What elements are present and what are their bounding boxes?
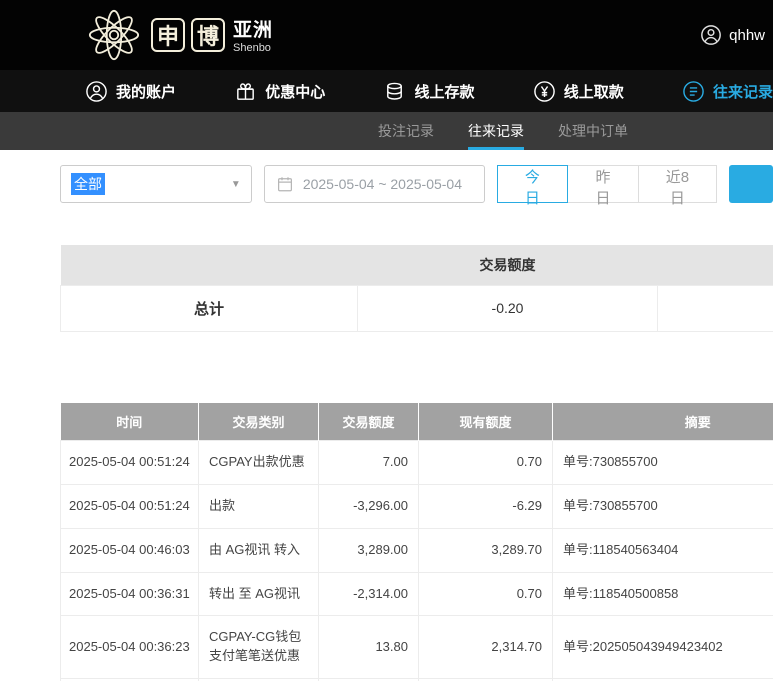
nav-label: 线上存款 [414,83,475,101]
nav-item-deposit[interactable]: 线上存款 [383,80,474,103]
logo-region-sub: Shenbo [233,41,271,54]
cell-time: 2025-05-04 00:51:24 [60,483,199,529]
records-icon [683,80,704,102]
cell-summary: 单号:118540500858 [552,571,773,617]
summary-header-row: 交易额度 [60,245,773,285]
summary-table: 交易额度 总计 -0.20 [60,245,773,332]
cell-time: 2025-05-04 00:51:24 [60,440,199,485]
last-8-days-button[interactable]: 近8日 [637,165,717,207]
col-amount: 交易额度 [318,402,419,441]
type-select[interactable]: 全部 ▼ [60,165,252,203]
cell-time: 2025-05-04 00:46:03 [60,527,199,573]
cell-amount: -2,314.00 [318,571,419,617]
withdraw-yen-icon [533,80,555,102]
nav-label: 我的账户 [116,83,177,101]
nav-label: 优惠中心 [265,83,326,101]
search-button[interactable] [728,165,773,203]
brand-logo[interactable]: 申 博 亚洲 Shenbo [85,6,273,64]
summary-total-label: 总计 [60,284,358,332]
summary-total-value: -0.20 [357,284,658,332]
cell-summary: 单号:730855700 [552,483,773,529]
filter-bar: 全部 ▼ 2025-05-04 ~ 2025-05-04 今日 昨日 近8日 [0,150,773,207]
lotus-flower-icon [88,9,140,61]
today-button[interactable]: 今日 [496,165,569,207]
records-table: 时间 交易类别 交易额度 现有额度 摘要 2025-05-04 00:51:24… [60,402,773,681]
cell-balance: -6.29 [418,483,553,529]
cell-type: 由 AG视讯 转入 [198,527,319,573]
calendar-icon [277,177,292,192]
table-row: 2025-05-04 00:36:23 CGPAY-CG钱包支付笔笔送优惠 13… [60,615,773,680]
col-balance: 现有额度 [418,402,553,441]
cell-type: 转出 至 AG视讯 [198,571,319,617]
col-time: 时间 [60,402,199,441]
tab-pending-orders[interactable]: 处理中订单 [558,112,628,150]
cell-type: CGPAY出款优惠 [198,440,319,485]
cell-amount: -3,296.00 [318,483,419,529]
cell-summary: 单号:118540563404 [552,527,773,573]
gift-icon [237,82,255,100]
col-summary: 摘要 [552,402,773,441]
col-type: 交易类别 [198,402,319,441]
tab-transaction-records[interactable]: 往来记录 [468,112,524,150]
quick-date-buttons: 今日 昨日 近8日 [496,165,717,207]
nav-item-promo-center[interactable]: 优惠中心 [234,80,325,103]
table-row: 2025-05-04 00:36:31 转出 至 AG视讯 -2,314.00 … [60,571,773,617]
table-row: 2025-05-04 00:46:03 由 AG视讯 转入 3,289.00 3… [60,527,773,573]
deposit-coins-icon [387,82,403,100]
date-range-input[interactable]: 2025-05-04 ~ 2025-05-04 [263,165,485,203]
table-row: 2025-05-04 00:51:24 CGPAY出款优惠 7.00 0.70 … [60,440,773,485]
logo-char-bo: 博 [191,18,225,52]
cell-time: 2025-05-04 00:36:23 [60,615,199,680]
user-icon [86,80,107,102]
summary-header-empty [657,245,773,285]
cell-balance: 2,314.70 [418,615,553,680]
nav-item-transaction-records[interactable]: 往来记录 [682,80,773,103]
nav-label: 线上取款 [563,83,624,101]
username-text: qhhw [729,26,765,44]
nav-item-withdraw[interactable]: 线上取款 [533,80,624,103]
records-section: 时间 交易类别 交易额度 现有额度 摘要 2025-05-04 00:51:24… [60,402,773,681]
cell-balance: 0.70 [418,440,553,485]
cell-time: 2025-05-04 00:36:31 [60,571,199,617]
cell-amount: 7.00 [318,440,419,485]
top-header: 申 博 亚洲 Shenbo qhhw [0,0,773,70]
summary-empty-cell [657,284,773,332]
summary-header-amount: 交易额度 [357,245,658,285]
cell-amount: 3,289.00 [318,527,419,573]
logo-region-text: 亚洲 Shenbo [233,15,273,55]
summary-total-row: 总计 -0.20 [60,284,773,332]
cell-amount: 13.80 [318,615,419,680]
logo-region-main: 亚洲 [233,19,274,41]
chevron-down-icon: ▼ [230,178,241,190]
sub-nav: 投注记录 往来记录 处理中订单 [0,112,773,150]
table-row: 2025-05-04 00:51:24 出款 -3,296.00 -6.29 单… [60,483,773,529]
nav-label: 往来记录 [712,83,773,101]
cell-type: CGPAY-CG钱包支付笔笔送优惠 [198,615,319,680]
logo-char-shen: 申 [151,18,185,52]
date-range-value: 2025-05-04 ~ 2025-05-04 [302,176,462,192]
records-header-row: 时间 交易类别 交易额度 现有额度 摘要 [60,402,773,441]
summary-section: 交易额度 总计 -0.20 [60,245,773,332]
user-avatar-icon [701,25,722,45]
cell-summary: 单号:730855700 [552,440,773,485]
cell-type: 出款 [198,483,319,529]
cell-summary: 单号:202505043949423402 [552,615,773,680]
cell-balance: 3,289.70 [418,527,553,573]
yesterday-button[interactable]: 昨日 [567,165,639,207]
type-select-value: 全部 [71,173,105,195]
cell-balance: 0.70 [418,571,553,617]
main-nav: 我的账户 优惠中心 线上存款 线上取款 往来记录 [0,70,773,112]
nav-item-my-account[interactable]: 我的账户 [85,80,176,103]
tab-bet-records[interactable]: 投注记录 [378,112,434,150]
summary-header-empty [60,245,358,285]
user-account[interactable]: qhhw [700,24,765,46]
